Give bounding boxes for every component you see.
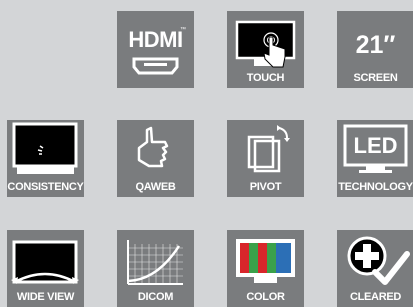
wide-view-tile: WIDE VIEW xyxy=(7,230,84,307)
qaweb-label: QAWEB xyxy=(135,181,176,193)
led-technology-tile: LED TECHNOLOGY xyxy=(337,120,413,197)
led-text: LED xyxy=(353,133,398,158)
screen-tile: 21″ SCREEN xyxy=(337,11,413,88)
cleared-label: CLEARED xyxy=(349,291,402,303)
touch-tile: TOUCH xyxy=(227,11,304,88)
cleared-tile: CLEARED xyxy=(337,230,413,307)
touch-label: TOUCH xyxy=(246,72,285,84)
dicom-tile: DICOM xyxy=(117,230,194,307)
dicom-label: DICOM xyxy=(137,291,174,303)
color-tile: COLOR xyxy=(227,230,304,307)
screen-label: SCREEN xyxy=(353,72,398,84)
pivot-tile: PIVOT xyxy=(227,120,304,197)
technology-label: TECHNOLOGY xyxy=(338,181,413,193)
hdmi-icon xyxy=(132,57,179,75)
pivot-label: PIVOT xyxy=(249,181,282,193)
consistency-tile: CONSISTENCY xyxy=(7,120,84,197)
screen-size-value: 21″ xyxy=(355,31,396,59)
hdmi-tile: HDMI ™ xyxy=(117,11,194,88)
wide-view-label: WIDE VIEW xyxy=(16,291,75,303)
qaweb-tile: QAWEB xyxy=(117,120,194,197)
consistency-label: CONSISTENCY xyxy=(7,181,84,193)
color-label: COLOR xyxy=(246,291,285,303)
